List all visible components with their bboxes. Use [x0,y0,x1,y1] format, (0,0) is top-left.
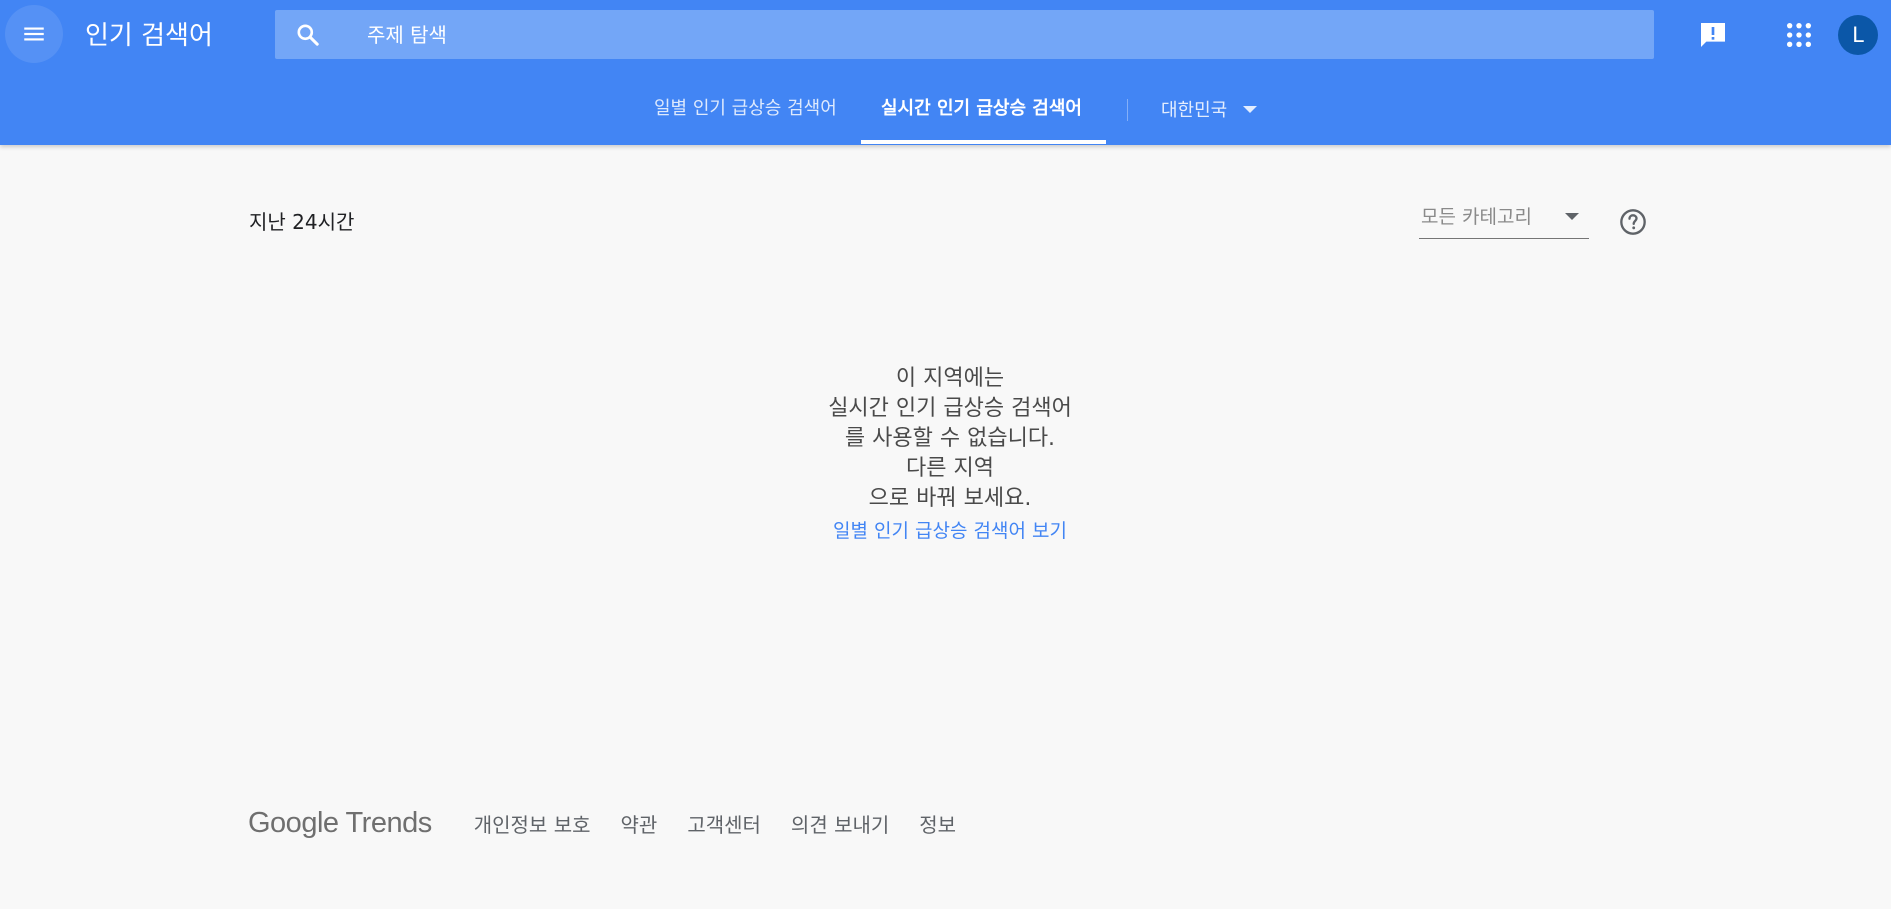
footer-link-about[interactable]: 정보 [919,809,956,838]
empty-state-line: 다른 지역 [906,456,994,481]
dropdown-arrow-icon [1565,213,1579,220]
menu-button[interactable] [5,5,63,63]
footer-link-privacy[interactable]: 개인정보 보호 [474,809,591,838]
apps-grid-icon[interactable] [1785,21,1813,49]
region-label: 대한민국 [1161,100,1228,121]
active-tab-indicator [861,140,1106,144]
search-box[interactable] [275,10,1654,59]
category-select[interactable]: 모든 카테고리 [1419,200,1589,239]
tab-realtime-trends[interactable]: 실시간 인기 급상승 검색어 [881,96,1082,122]
time-range-label: 지난 24시간 [249,210,355,234]
region-select[interactable]: 대한민국 [1161,96,1258,122]
footer: Google Trends 개인정보 보호 약관 고객센터 의견 보내기 정보 [248,800,986,846]
avatar-letter: L [1852,23,1864,47]
chevron-down-icon [1243,105,1258,113]
empty-state-line: 실시간 인기 급상승 검색어 [828,396,1072,421]
footer-link-send-feedback[interactable]: 의견 보내기 [791,809,889,838]
tab-divider [1127,99,1128,121]
help-icon[interactable] [1619,208,1647,236]
google-trends-logo[interactable]: Google Trends [248,807,432,840]
empty-state-line: 를 사용할 수 없습니다. [844,426,1056,451]
empty-state-line: 으로 바꿔 보세요. [868,486,1032,511]
search-icon [297,24,319,46]
feedback-icon[interactable] [1697,19,1729,51]
empty-state-line: 이 지역에는 [895,366,1005,391]
page-title: 인기 검색어 [85,21,213,51]
empty-state-message: 이 지역에는 실시간 인기 급상승 검색어 를 사용할 수 없습니다. 다른 지… [700,364,1200,514]
view-daily-trends-link[interactable]: 일별 인기 급상승 검색어 보기 [700,517,1200,545]
search-input[interactable] [365,10,1615,59]
tab-daily-trends[interactable]: 일별 인기 급상승 검색어 [654,96,837,122]
footer-link-help-center[interactable]: 고객센터 [687,809,761,838]
hamburger-menu-icon [24,27,44,41]
account-avatar[interactable]: L [1838,15,1878,55]
category-label: 모든 카테고리 [1421,206,1532,228]
top-app-bar: 인기 검색어 L 일별 인기 급상승 검색어 실시간 인기 급상승 검색어 대한… [0,0,1891,145]
footer-link-terms[interactable]: 약관 [621,809,658,838]
